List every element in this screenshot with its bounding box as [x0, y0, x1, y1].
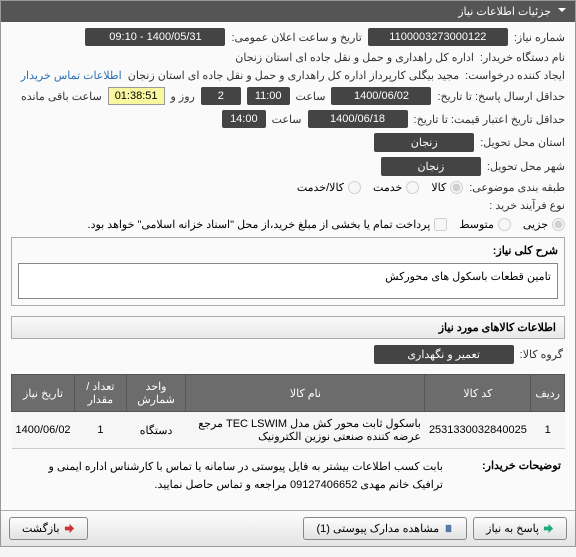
cell-row: 1	[531, 412, 565, 449]
buy-process-label: نوع فرآیند خرید :	[489, 199, 565, 212]
general-desc-value: تامین قطعات باسکول های محورکش	[18, 263, 558, 299]
category-radios: کالا خدمت کالا/خدمت	[297, 181, 463, 194]
hour-label-2: ساعت	[272, 113, 302, 126]
radio-goods-input[interactable]	[450, 181, 463, 194]
item-group-value: تعمیر و نگهداری	[374, 345, 514, 364]
reply-button[interactable]: پاسخ به نیاز	[473, 517, 567, 540]
radio-service[interactable]: خدمت	[373, 181, 419, 194]
announce-dt-value: 1400/05/31 - 09:10	[85, 28, 225, 46]
radio-both-input[interactable]	[348, 181, 361, 194]
table-header-row: ردیف کد کالا نام کالا واحد شمارش تعداد /…	[12, 375, 565, 412]
deadline-days: 2	[201, 87, 241, 105]
radio-proc-mid-input[interactable]	[498, 218, 511, 231]
buyer-org-label: نام دستگاه خریدار:	[480, 51, 565, 64]
th-date: تاریخ نیاز	[12, 375, 75, 412]
need-no-label: شماره نیاز:	[514, 31, 565, 44]
footer-bar: پاسخ به نیاز مشاهده مدارک پیوستی (1) باز…	[1, 510, 575, 546]
back-icon	[64, 523, 75, 534]
reply-button-label: پاسخ به نیاز	[486, 522, 539, 535]
cell-qty: 1	[75, 412, 127, 449]
city-value: زنجان	[381, 157, 481, 176]
remaining-label: ساعت باقی مانده	[21, 90, 102, 103]
items-header: اطلاعات کالاهای مورد نیاز	[11, 316, 565, 339]
state-label: استان محل تحویل:	[480, 136, 565, 149]
radio-goods-label: کالا	[431, 181, 446, 194]
th-code: کد کالا	[425, 375, 531, 412]
panel-title: جزئیات اطلاعات نیاز	[458, 5, 551, 18]
countdown: 01:38:51	[108, 87, 165, 105]
buyer-note-text: بابت کسب اطلاعات بیشتر به فایل پیوستی در…	[15, 459, 443, 494]
category-label: طبقه بندی موضوعی:	[469, 181, 565, 194]
deadline-date: 1400/06/02	[331, 87, 431, 105]
proc-checkbox-input[interactable]	[434, 218, 447, 231]
cell-name: باسکول ثابت محور کش مدل TEC LSWIM مرجع ع…	[186, 412, 425, 449]
radio-proc-part-label: جزیی	[523, 218, 548, 231]
paperclip-icon	[443, 523, 454, 534]
credit-deadline-label: حداقل تاریخ اعتبار قیمت: تا تاریخ:	[414, 113, 565, 126]
radio-both[interactable]: کالا/خدمت	[297, 181, 361, 194]
back-button-label: بازگشت	[22, 522, 60, 535]
table-row: 1 2531330032840025 باسکول ثابت محور کش م…	[12, 412, 565, 449]
proc-checkbox[interactable]: پرداخت تمام یا بخشی از مبلغ خرید،از محل …	[88, 218, 448, 231]
deadline-time: 11:00	[247, 87, 290, 105]
cell-code: 2531330032840025	[425, 412, 531, 449]
contact-link[interactable]: اطلاعات تماس خریدار	[21, 69, 122, 82]
announce-dt-label: تاریخ و ساعت اعلان عمومی:	[231, 31, 361, 44]
radio-goods[interactable]: کالا	[431, 181, 463, 194]
cell-unit: دستگاه	[126, 412, 186, 449]
items-table: ردیف کد کالا نام کالا واحد شمارش تعداد /…	[11, 374, 565, 449]
collapse-icon[interactable]	[557, 5, 567, 18]
th-qty: تعداد / مقدار	[75, 375, 127, 412]
buyer-org-value: اداره کل راهداری و حمل و نقل جاده ای است…	[235, 51, 474, 64]
creator-label: ایجاد کننده درخواست:	[465, 69, 565, 82]
deadline-label: حداقل ارسال پاسخ: تا تاریخ:	[437, 90, 565, 103]
attachments-button[interactable]: مشاهده مدارک پیوستی (1)	[303, 517, 467, 540]
panel-body: شماره نیاز: 1100003273000122 تاریخ و ساع…	[1, 22, 575, 510]
cell-date: 1400/06/02	[12, 412, 75, 449]
state-value: زنجان	[374, 133, 474, 152]
need-no-value: 1100003273000122	[368, 28, 508, 46]
buyer-note-row: توضیحات خریدار: بابت کسب اطلاعات بیشتر ب…	[11, 449, 565, 504]
back-button[interactable]: بازگشت	[9, 517, 88, 540]
creator-value: مجید بیگلی کارپرداز اداره کل راهداری و ح…	[128, 69, 459, 82]
credit-time: 14:00	[222, 110, 266, 128]
panel-header: جزئیات اطلاعات نیاز	[1, 1, 575, 22]
hour-label-1: ساعت	[296, 90, 326, 103]
radio-proc-mid[interactable]: متوسط	[459, 218, 511, 231]
radio-proc-mid-label: متوسط	[459, 218, 494, 231]
radio-proc-part-input[interactable]	[552, 218, 565, 231]
attachments-button-label: مشاهده مدارک پیوستی (1)	[316, 522, 439, 535]
buyer-note-label: توضیحات خریدار:	[451, 459, 561, 472]
process-radios: جزیی متوسط پرداخت تمام یا بخشی از مبلغ خ…	[88, 218, 565, 231]
radio-both-label: کالا/خدمت	[297, 181, 344, 194]
general-desc-section: شرح کلی نیاز: تامین قطعات باسکول های محو…	[11, 237, 565, 306]
radio-service-input[interactable]	[406, 181, 419, 194]
th-unit: واحد شمارش	[126, 375, 186, 412]
th-name: نام کالا	[186, 375, 425, 412]
th-row: ردیف	[531, 375, 565, 412]
radio-proc-part[interactable]: جزیی	[523, 218, 565, 231]
proc-note: پرداخت تمام یا بخشی از مبلغ خرید،از محل …	[88, 218, 431, 231]
credit-date: 1400/06/18	[308, 110, 408, 128]
general-desc-label: شرح کلی نیاز:	[18, 244, 558, 257]
need-details-panel: جزئیات اطلاعات نیاز شماره نیاز: 11000032…	[0, 0, 576, 547]
reply-icon	[543, 523, 554, 534]
radio-service-label: خدمت	[373, 181, 402, 194]
item-group-label: گروه کالا:	[520, 348, 563, 361]
city-label: شهر محل تحویل:	[487, 160, 565, 173]
days-label: روز و	[171, 90, 195, 103]
